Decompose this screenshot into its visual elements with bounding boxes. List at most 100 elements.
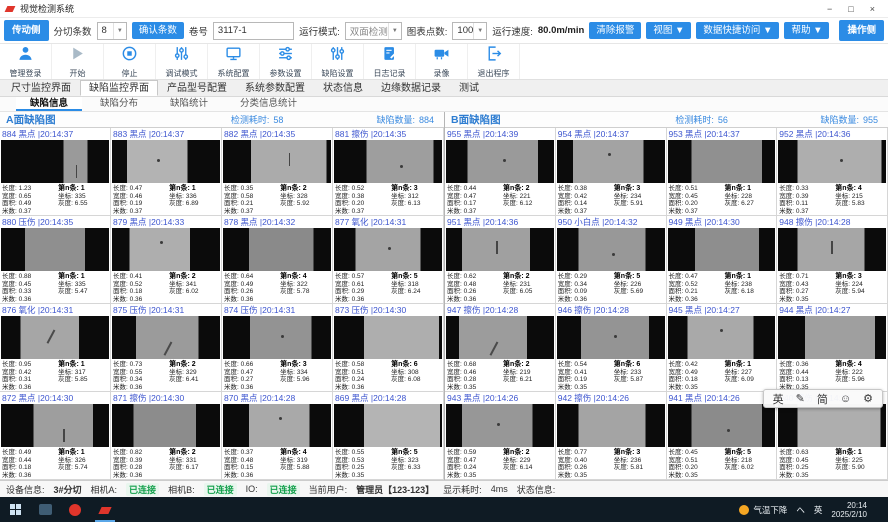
- drive-side-button[interactable]: 传动侧: [4, 20, 49, 42]
- operator-side-button[interactable]: 操作侧: [839, 20, 884, 42]
- taskbar-app-2[interactable]: [60, 497, 90, 522]
- defect-cell-870[interactable]: 870 黑点 |20:14:28长度: 0.37宽度: 0.48面积: 0.15…: [222, 392, 333, 480]
- action-start[interactable]: 开始: [52, 44, 104, 79]
- defect-cell-header: 879 黑点 |20:14:33: [111, 216, 221, 228]
- defect-cell-944[interactable]: 944 黑点 |20:14:27长度: 0.36宽度: 0.44面积: 0.13…: [777, 304, 888, 392]
- defect-cell-946[interactable]: 946 擦伤 |20:14:28长度: 0.54宽度: 0.41面积: 0.19…: [556, 304, 667, 392]
- ime-item-4[interactable]: ⚙: [857, 392, 879, 405]
- roll-number-input[interactable]: 3117-1: [213, 22, 294, 40]
- defect-cell-header: 951 黑点 |20:14:36: [445, 216, 555, 228]
- ime-item-2[interactable]: 简: [811, 391, 834, 407]
- defect-cell-876[interactable]: 876 氧化 |20:14:31长度: 0.95宽度: 0.42面积: 0.31…: [0, 304, 111, 392]
- start-button[interactable]: [0, 497, 30, 522]
- action-param-settings[interactable]: 参数设置: [260, 44, 312, 79]
- defect-cell-880[interactable]: 880 压伤 |20:14:35长度: 0.88宽度: 0.45面积: 0.33…: [0, 216, 111, 304]
- ime-item-0[interactable]: 英: [767, 391, 790, 407]
- defect-cell-955[interactable]: 955 黑点 |20:14:39长度: 0.44宽度: 0.47面积: 0.17…: [445, 128, 556, 216]
- defect-cell-943[interactable]: 943 黑点 |20:14:26长度: 0.59宽度: 0.47面积: 0.24…: [445, 392, 556, 480]
- defect-cell-878[interactable]: 878 黑点 |20:14:32长度: 0.64宽度: 0.49面积: 0.26…: [222, 216, 333, 304]
- defect-cell-874[interactable]: 874 压伤 |20:14:31长度: 0.66宽度: 0.47面积: 0.27…: [222, 304, 333, 392]
- defect-position: 第n条: 1坐标: 335灰度: 5.47: [58, 273, 108, 303]
- defect-cell-873[interactable]: 873 压伤 |20:14:30长度: 0.58宽度: 0.51面积: 0.24…: [333, 304, 444, 392]
- start-icon: [69, 45, 86, 67]
- defect-cell-947[interactable]: 947 擦伤 |20:14:28长度: 0.68宽度: 0.46面积: 0.28…: [445, 304, 556, 392]
- data-quick-access-button[interactable]: 数据快捷访问 ▼: [696, 22, 779, 40]
- defect-cell-954[interactable]: 954 黑点 |20:14:37长度: 0.38宽度: 0.42面积: 0.14…: [556, 128, 667, 216]
- minimize-button[interactable]: −: [827, 4, 832, 14]
- defect-mark: [400, 165, 403, 168]
- action-stop[interactable]: 停止: [104, 44, 156, 79]
- ime-item-3[interactable]: ☺: [834, 393, 857, 405]
- action-record[interactable]: 录像: [416, 44, 468, 79]
- maximize-button[interactable]: □: [848, 4, 853, 14]
- defect-cell-871[interactable]: 871 擦伤 |20:14:30长度: 0.82宽度: 0.39面积: 0.28…: [111, 392, 222, 480]
- defect-mark: [614, 335, 617, 338]
- chart-points-select[interactable]: 100▼: [452, 22, 487, 40]
- confirm-count-button[interactable]: 确认条数: [132, 22, 184, 40]
- action-system-config[interactable]: 系统配置: [208, 44, 260, 79]
- defect-cell-951[interactable]: 951 黑点 |20:14:36长度: 0.62宽度: 0.48面积: 0.26…: [445, 216, 556, 304]
- defect-cell-884[interactable]: 884 黑点 |20:14:37长度: 1.23宽度: 0.65面积: 0.49…: [0, 128, 111, 216]
- view-menu-button[interactable]: 视图 ▼: [646, 22, 691, 40]
- defect-cell-872[interactable]: 872 黑点 |20:14:30长度: 0.49宽度: 0.44面积: 0.18…: [0, 392, 111, 480]
- tab-defect-monitor[interactable]: 缺陷监控界面: [80, 80, 158, 96]
- action-defect-settings[interactable]: 缺陷设置: [312, 44, 364, 79]
- tab-edge-data[interactable]: 边缘数据记录: [372, 80, 450, 96]
- defect-cell-941[interactable]: 941 黑点 |20:14:26长度: 0.45宽度: 0.51面积: 0.20…: [667, 392, 778, 480]
- roll-label: 卷号: [189, 24, 208, 38]
- panel-b-defect-count: 缺陷数量:955: [820, 113, 878, 126]
- defect-cell-949[interactable]: 949 黑点 |20:14:30长度: 0.47宽度: 0.52面积: 0.21…: [667, 216, 778, 304]
- defect-cell-881[interactable]: 881 擦伤 |20:14:35长度: 0.52宽度: 0.38面积: 0.20…: [333, 128, 444, 216]
- defect-cell-header: 869 黑点 |20:14:28: [333, 392, 443, 404]
- action-admin-login[interactable]: 管理登录: [0, 44, 52, 79]
- defect-cell-877[interactable]: 877 氧化 |20:14:31长度: 0.57宽度: 0.61面积: 0.29…: [333, 216, 444, 304]
- defect-cell-950[interactable]: 950 小白点 |20:14:32长度: 0.29宽度: 0.34面积: 0.0…: [556, 216, 667, 304]
- tab-size-monitor[interactable]: 尺寸监控界面: [2, 80, 80, 96]
- help-menu-button[interactable]: 帮助 ▼: [784, 22, 829, 40]
- defect-cell-942[interactable]: 942 擦伤 |20:14:26长度: 0.77宽度: 0.40面积: 0.26…: [556, 392, 667, 480]
- weather-widget[interactable]: 气温下降: [739, 504, 787, 516]
- action-exit-program[interactable]: 退出程序: [468, 44, 520, 79]
- defect-image: [112, 228, 220, 272]
- taskbar-app-1[interactable]: [30, 497, 60, 522]
- taskbar-clock[interactable]: 20:142025/2/10: [831, 501, 867, 519]
- defect-cell-945[interactable]: 945 黑点 |20:14:27长度: 0.42宽度: 0.49面积: 0.18…: [667, 304, 778, 392]
- defect-cell-875[interactable]: 875 压伤 |20:14:31长度: 0.73宽度: 0.55面积: 0.34…: [111, 304, 222, 392]
- subtab-class-info-stats[interactable]: 分类信息统计: [226, 97, 311, 111]
- slit-count-select[interactable]: 8▼: [97, 22, 127, 40]
- defect-cell-header: 946 擦伤 |20:14:28: [556, 304, 666, 316]
- close-button[interactable]: ×: [870, 4, 875, 14]
- defect-image: [1, 140, 109, 184]
- defect-image: [557, 316, 665, 360]
- run-mode-select[interactable]: 双面检测▼: [345, 22, 402, 40]
- defect-position: 第n条: 5坐标: 323灰度: 6.33: [391, 449, 441, 479]
- defect-cell-869[interactable]: 869 黑点 |20:14:28长度: 0.55宽度: 0.53面积: 0.25…: [333, 392, 444, 480]
- defect-cell-948[interactable]: 948 擦伤 |20:14:28长度: 0.71宽度: 0.43面积: 0.27…: [777, 216, 888, 304]
- defect-cell-883[interactable]: 883 黑点 |20:14:37长度: 0.47宽度: 0.46面积: 0.19…: [111, 128, 222, 216]
- chevron-down-icon: ▼: [473, 23, 486, 39]
- defect-cell-952[interactable]: 952 黑点 |20:14:36长度: 0.33宽度: 0.39面积: 0.11…: [777, 128, 888, 216]
- clear-alarm-button[interactable]: 清除报警: [589, 22, 641, 40]
- tab-product-config[interactable]: 产品型号配置: [158, 80, 236, 96]
- action-log-record[interactable]: 日志记录: [364, 44, 416, 79]
- action-debug-mode[interactable]: 调试模式: [156, 44, 208, 79]
- defect-mark: [157, 159, 160, 162]
- tab-test[interactable]: 测试: [450, 80, 488, 96]
- defect-cell-882[interactable]: 882 黑点 |20:14:35长度: 0.35宽度: 0.58面积: 0.21…: [222, 128, 333, 216]
- language-indicator[interactable]: 英: [814, 504, 823, 516]
- tray-chevron-icon[interactable]: へ: [796, 504, 805, 516]
- defect-cell-953[interactable]: 953 黑点 |20:14:37长度: 0.51宽度: 0.45面积: 0.20…: [667, 128, 778, 216]
- panel-b-title: B面缺陷图: [451, 112, 501, 127]
- defect-image: [334, 404, 442, 448]
- subtab-defect-distribution[interactable]: 缺陷分布: [86, 97, 152, 111]
- defect-measurements: 长度: 0.41宽度: 0.52面积: 0.18米数: 0.36: [113, 273, 169, 303]
- defect-cell-879[interactable]: 879 黑点 |20:14:33 长度: 0.41宽度: 0.52面积: 0.18…: [111, 216, 222, 304]
- defect-measurements: 长度: 0.73宽度: 0.55面积: 0.34米数: 0.36: [113, 361, 169, 391]
- system-config-icon: [225, 45, 242, 67]
- tab-status-info[interactable]: 状态信息: [314, 80, 372, 96]
- ime-item-1[interactable]: ✎: [790, 392, 811, 405]
- taskbar-app-inspection[interactable]: [90, 497, 120, 522]
- subtab-defect-stats[interactable]: 缺陷统计: [156, 97, 222, 111]
- subtab-defect-info[interactable]: 缺陷信息: [16, 97, 82, 111]
- tab-system-params[interactable]: 系统参数配置: [236, 80, 314, 96]
